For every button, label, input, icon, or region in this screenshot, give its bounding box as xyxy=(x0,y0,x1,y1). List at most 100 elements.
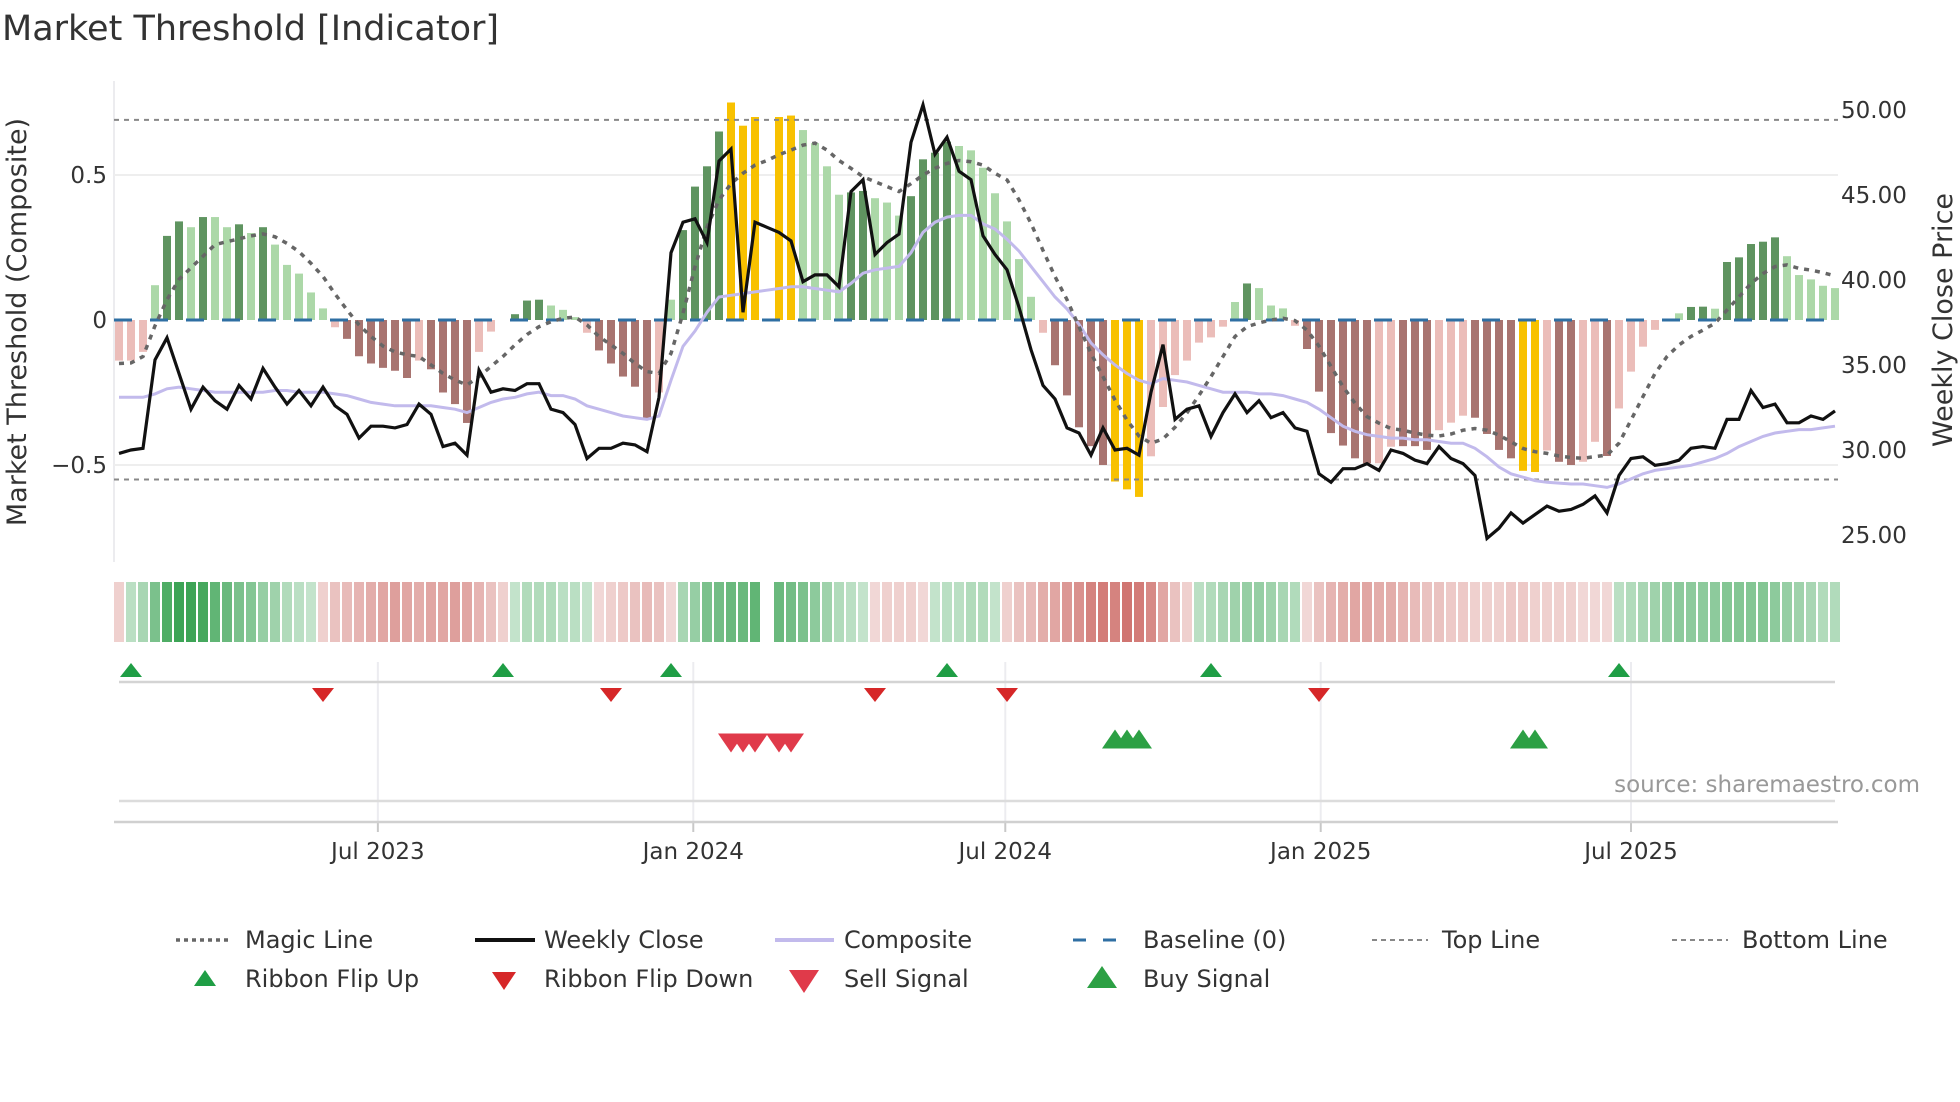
composite-bar xyxy=(1231,302,1239,320)
ribbon-cell xyxy=(954,582,964,642)
legend-item-weekly-close: Weekly Close xyxy=(475,926,704,954)
ribbon-cell xyxy=(1494,582,1504,642)
x-tick-label: Jul 2024 xyxy=(956,839,1052,865)
composite-bar xyxy=(883,202,891,320)
ribbon-cell xyxy=(366,582,376,642)
legend-item-baseline: Baseline (0) xyxy=(1073,926,1286,954)
composite-bar xyxy=(175,221,183,320)
ribbon-cell xyxy=(510,582,520,642)
legend-label: Ribbon Flip Down xyxy=(544,965,753,993)
composite-bar xyxy=(1819,285,1827,320)
ribbon-cell xyxy=(1830,582,1840,642)
ribbon-cell xyxy=(870,582,880,642)
ribbon-cell xyxy=(1326,582,1336,642)
legend-label: Top Line xyxy=(1441,926,1540,954)
ribbon-flip-down-marker xyxy=(864,688,886,702)
composite-bar xyxy=(1195,320,1203,343)
legend-item-sell-signal: Sell Signal xyxy=(789,965,969,993)
composite-bar xyxy=(787,115,795,320)
ribbon-cell xyxy=(486,582,496,642)
ribbon-cell xyxy=(966,582,976,642)
ribbon-cell xyxy=(1014,582,1024,642)
ribbon-cell xyxy=(654,582,664,642)
composite-bar xyxy=(1795,275,1803,320)
ribbon-cell xyxy=(282,582,292,642)
composite-bar xyxy=(679,230,687,320)
y-right-tick-label: 45.00 xyxy=(1841,183,1907,209)
composite-bar xyxy=(1615,320,1623,409)
composite-bar xyxy=(871,198,879,320)
ribbon-cell xyxy=(354,582,364,642)
ribbon-flip-down-marker xyxy=(600,688,622,702)
composite-bar xyxy=(1375,320,1383,464)
composite-bar xyxy=(1555,320,1563,462)
composite-bar xyxy=(859,190,867,320)
composite-bar xyxy=(439,320,447,393)
ribbon-cell xyxy=(270,582,280,642)
ribbon-cell xyxy=(1482,582,1492,642)
ribbon-cell xyxy=(1566,582,1576,642)
ribbon-cell xyxy=(1578,582,1588,642)
ribbon-cell xyxy=(1770,582,1780,642)
ribbon-cell xyxy=(1650,582,1660,642)
ribbon-cell xyxy=(198,582,208,642)
legend-item-buy-signal: Buy Signal xyxy=(1087,965,1270,993)
ribbon-cell xyxy=(1206,582,1216,642)
composite-bar xyxy=(1495,320,1503,450)
ribbon-cell xyxy=(462,582,472,642)
ribbon-cell xyxy=(342,582,352,642)
ribbon-cell xyxy=(1542,582,1552,642)
composite-bar xyxy=(1627,320,1635,372)
ribbon-cell xyxy=(1254,582,1264,642)
ribbon-cell xyxy=(258,582,268,642)
x-axis: Jul 2023 Jan 2024 Jul 2024 Jan 2025 Jul … xyxy=(329,839,1678,865)
ribbon-cell xyxy=(1098,582,1108,642)
composite-bar xyxy=(1543,320,1551,451)
ribbon-cell xyxy=(234,582,244,642)
composite-bar xyxy=(1099,320,1107,465)
ribbon-cell xyxy=(414,582,424,642)
ribbon-cell xyxy=(690,582,700,642)
composite-bar xyxy=(355,320,363,357)
ribbon-cell xyxy=(1386,582,1396,642)
ribbon-cell xyxy=(1710,582,1720,642)
ribbon-cell xyxy=(1818,582,1828,642)
composite-bar xyxy=(1567,320,1575,465)
legend-item-ribbon-flip-down: Ribbon Flip Down xyxy=(492,965,753,993)
composite-bar xyxy=(259,227,267,320)
ribbon-cell xyxy=(606,582,616,642)
composite-bar xyxy=(1363,320,1371,464)
legend-label: Magic Line xyxy=(245,926,373,954)
composite-bar xyxy=(1591,320,1599,442)
ribbon-cell xyxy=(426,582,436,642)
ribbon-cell xyxy=(1110,582,1120,642)
y-tick-label: −0.5 xyxy=(51,453,107,479)
ribbon-cell xyxy=(450,582,460,642)
triangle-up-icon xyxy=(194,970,216,986)
ribbon-cell xyxy=(522,582,532,642)
composite-bar xyxy=(271,244,279,320)
chart-title: Market Threshold [Indicator] xyxy=(2,9,499,49)
ribbon-cell xyxy=(390,582,400,642)
ribbon-cell xyxy=(1002,582,1012,642)
legend-label: Bottom Line xyxy=(1742,926,1888,954)
ribbon-cell xyxy=(1722,582,1732,642)
ribbon-cell xyxy=(318,582,328,642)
ribbon-cell xyxy=(1614,582,1624,642)
composite-bar xyxy=(1735,257,1743,320)
ribbon-cell xyxy=(1362,582,1372,642)
ribbon-cell xyxy=(114,582,124,642)
composite-bar xyxy=(115,320,123,361)
composite-bar xyxy=(1411,320,1419,447)
ribbon-cell xyxy=(642,582,652,642)
composite-bar xyxy=(307,292,315,320)
ribbon-flip-up-marker xyxy=(492,663,514,677)
composite-bar xyxy=(811,143,819,320)
ribbon-cell xyxy=(246,582,256,642)
composite-bar xyxy=(1123,320,1131,490)
ribbon-strip xyxy=(114,582,1840,642)
y-right-tick-label: 30.00 xyxy=(1841,438,1907,464)
legend-item-magic-line: Magic Line xyxy=(176,926,373,954)
composite-bar xyxy=(1315,320,1323,392)
composite-bar xyxy=(799,130,807,320)
